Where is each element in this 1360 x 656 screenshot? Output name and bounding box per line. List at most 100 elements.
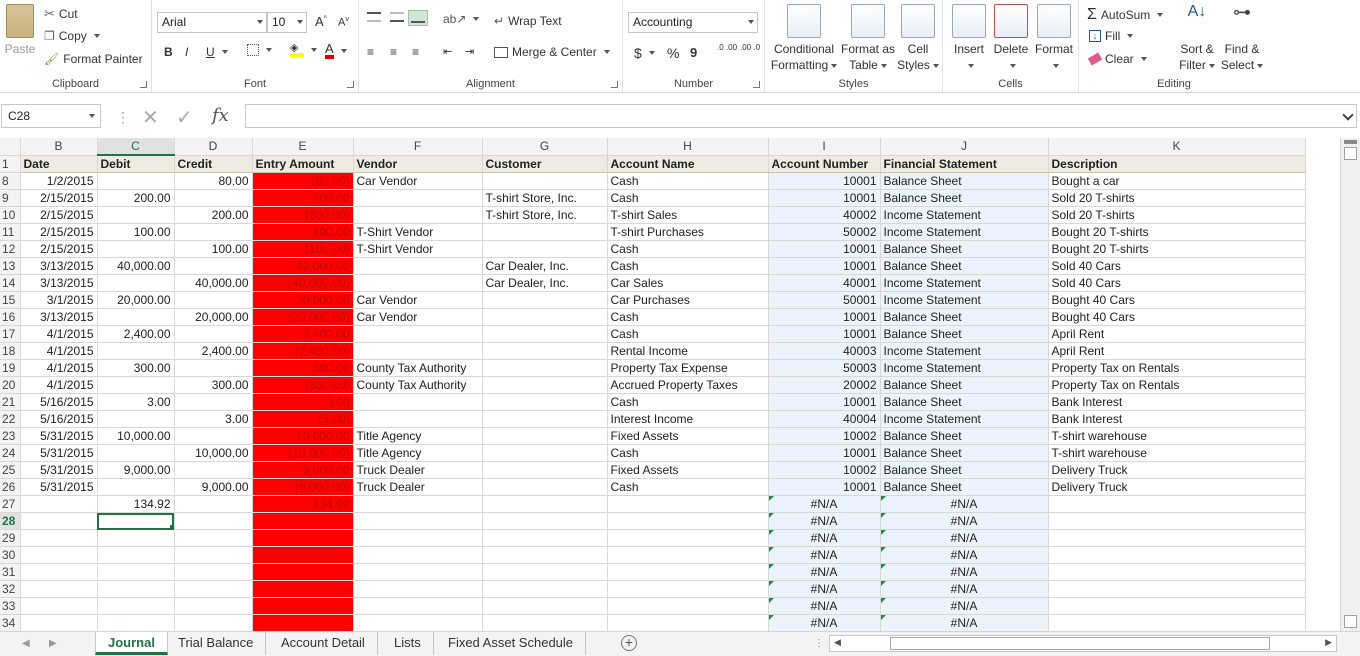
cell-debit[interactable] [97, 342, 175, 360]
row-header[interactable]: 24 [0, 444, 21, 462]
cell-amount[interactable]: (80.00) [252, 172, 354, 190]
horizontal-scrollbar[interactable]: ◀ ▶ [829, 635, 1337, 652]
cell-number[interactable]: 10001 [768, 172, 881, 190]
column-title[interactable]: Description [1048, 155, 1306, 173]
cell-credit[interactable] [174, 461, 253, 479]
cell-customer[interactable] [482, 478, 608, 496]
comma-button[interactable]: 9 [690, 45, 697, 60]
cell-customer[interactable] [482, 376, 608, 394]
column-title[interactable]: Financial Statement [880, 155, 1049, 173]
cell-customer[interactable] [482, 495, 608, 513]
cell-statement[interactable]: Balance Sheet [880, 444, 1049, 462]
cell-date[interactable]: 5/16/2015 [20, 393, 98, 411]
row-header[interactable]: 26 [0, 478, 21, 496]
cell-credit[interactable] [174, 614, 253, 631]
cell-amount[interactable]: (3.00) [252, 410, 354, 428]
wrap-text-button[interactable]: ↵ Wrap Text [494, 14, 562, 28]
cell-account[interactable]: Fixed Assets [607, 427, 769, 445]
cell-amount[interactable]: 300.00 [252, 359, 354, 377]
cell-date[interactable] [20, 597, 98, 615]
column-header-h[interactable]: H [607, 138, 769, 156]
cell-date[interactable]: 4/1/2015 [20, 325, 98, 343]
cell-vendor[interactable] [353, 393, 483, 411]
tab-trial-balance[interactable]: Trial Balance [166, 632, 267, 655]
cell-number[interactable]: 10002 [768, 461, 881, 479]
add-sheet-icon[interactable]: + [621, 635, 637, 651]
name-box[interactable]: C28 [1, 104, 101, 128]
column-header-c[interactable]: C [97, 138, 175, 156]
cell-number[interactable]: 40004 [768, 410, 881, 428]
find-select-button[interactable]: ⊶ Find & Select [1219, 3, 1265, 73]
cell-customer[interactable]: T-shirt Store, Inc. [482, 206, 608, 224]
scroll-right-icon[interactable]: ▶ [1325, 637, 1332, 648]
cell-credit[interactable] [174, 359, 253, 377]
cell-account[interactable] [607, 529, 769, 547]
cell-debit[interactable] [97, 580, 175, 598]
cell-customer[interactable]: Car Dealer, Inc. [482, 274, 608, 292]
cell-account[interactable]: Property Tax Expense [607, 359, 769, 377]
column-header-e[interactable]: E [252, 138, 354, 156]
cell-amount[interactable]: - [252, 546, 354, 564]
cell-desc[interactable]: T-shirt warehouse [1048, 444, 1306, 462]
font-size-select[interactable]: 10 [267, 12, 307, 33]
orientation-button[interactable]: ab↗ [443, 12, 480, 26]
cell-number[interactable]: 10001 [768, 478, 881, 496]
row-header[interactable]: 8 [0, 172, 21, 190]
cell-account[interactable]: Cash [607, 240, 769, 258]
cell-number[interactable]: 50003 [768, 359, 881, 377]
cell-debit[interactable]: 100.00 [97, 223, 175, 241]
cell-number[interactable]: 40002 [768, 206, 881, 224]
cell-number[interactable]: #N/A [768, 597, 881, 615]
cell-statement[interactable]: Balance Sheet [880, 393, 1049, 411]
cell-vendor[interactable] [353, 495, 483, 513]
cell-account[interactable]: Cash [607, 444, 769, 462]
column-title[interactable]: Vendor [353, 155, 483, 173]
font-launcher-icon[interactable] [347, 81, 354, 88]
cell-desc[interactable]: T-shirt warehouse [1048, 427, 1306, 445]
increase-indent-button[interactable]: ⇥ [465, 45, 474, 58]
cell-statement[interactable]: Income Statement [880, 410, 1049, 428]
cell-account[interactable]: Cash [607, 257, 769, 275]
cell-date[interactable]: 4/1/2015 [20, 359, 98, 377]
cell-amount[interactable]: (40,000.00) [252, 274, 354, 292]
cell-date[interactable] [20, 546, 98, 564]
column-title[interactable]: Credit [174, 155, 253, 173]
column-header-i[interactable]: I [768, 138, 881, 156]
delete-button[interactable]: Delete [991, 4, 1031, 73]
row-header[interactable]: 11 [0, 223, 21, 241]
cell-vendor[interactable]: Title Agency [353, 444, 483, 462]
cell-credit[interactable] [174, 325, 253, 343]
cell-vendor[interactable] [353, 206, 483, 224]
cell-customer[interactable] [482, 563, 608, 581]
cell-debit[interactable] [97, 614, 175, 631]
row-header[interactable]: 32 [0, 580, 21, 598]
cell-account[interactable] [607, 563, 769, 581]
cell-account[interactable] [607, 614, 769, 631]
cell-credit[interactable] [174, 189, 253, 207]
column-title[interactable]: Date [20, 155, 98, 173]
scroll-thumb[interactable] [890, 637, 1270, 650]
cell-number[interactable]: 10001 [768, 393, 881, 411]
prev-sheet-icon[interactable]: ◀ [22, 638, 30, 649]
cell-credit[interactable] [174, 427, 253, 445]
cell-amount[interactable]: - [252, 580, 354, 598]
cell-credit[interactable]: 2,400.00 [174, 342, 253, 360]
cell-statement[interactable]: #N/A [880, 597, 1049, 615]
row-header[interactable]: 25 [0, 461, 21, 479]
cell-debit[interactable] [97, 410, 175, 428]
scroll-down-icon[interactable] [1344, 615, 1357, 628]
cell-statement[interactable]: #N/A [880, 529, 1049, 547]
cell-debit[interactable]: 9,000.00 [97, 461, 175, 479]
cell-credit[interactable]: 200.00 [174, 206, 253, 224]
cell-date[interactable]: 4/1/2015 [20, 376, 98, 394]
cell-debit[interactable] [97, 172, 175, 190]
cell-customer[interactable] [482, 240, 608, 258]
row-header[interactable]: 30 [0, 546, 21, 564]
cell-date[interactable]: 4/1/2015 [20, 342, 98, 360]
cell-date[interactable]: 5/16/2015 [20, 410, 98, 428]
column-title[interactable]: Debit [97, 155, 175, 173]
cell-date[interactable]: 5/31/2015 [20, 444, 98, 462]
cell-debit[interactable] [97, 478, 175, 496]
format-painter-button[interactable]: 🖌 Format Painter [44, 52, 143, 66]
row-header[interactable]: 17 [0, 325, 21, 343]
